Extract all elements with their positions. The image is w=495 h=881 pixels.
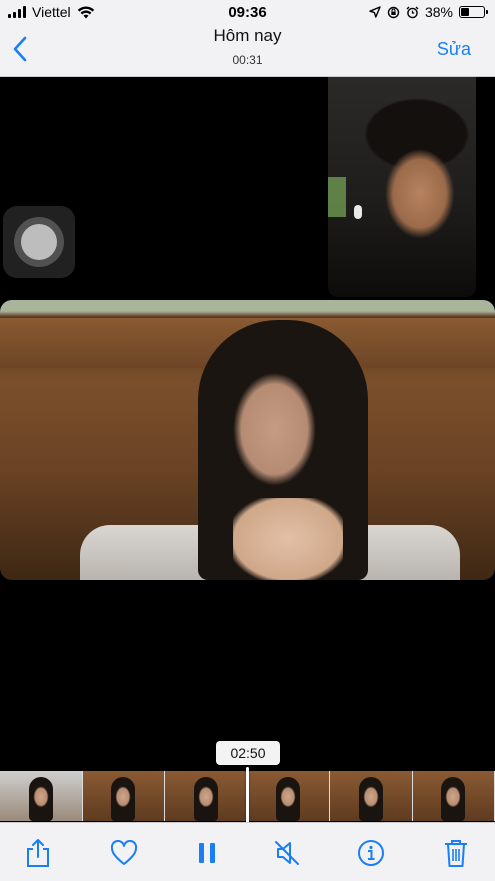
info-icon bbox=[357, 839, 385, 867]
favorite-button[interactable] bbox=[108, 837, 140, 869]
share-button[interactable] bbox=[22, 837, 54, 869]
mute-icon bbox=[273, 839, 301, 867]
filmstrip-frame bbox=[83, 771, 166, 821]
mute-button[interactable] bbox=[271, 837, 303, 869]
battery-percent: 38% bbox=[425, 4, 453, 20]
delete-button[interactable] bbox=[440, 837, 472, 869]
filmstrip-frame bbox=[165, 771, 248, 821]
alarm-icon bbox=[406, 6, 419, 19]
filmstrip-frame bbox=[330, 771, 413, 821]
page-subtitle: 00:31 bbox=[0, 53, 495, 67]
assistive-touch-button[interactable] bbox=[3, 206, 75, 278]
edit-button[interactable]: Sửa bbox=[437, 39, 471, 60]
scrubber-playhead[interactable] bbox=[246, 767, 249, 825]
status-bar: Viettel 09:36 38% bbox=[0, 0, 495, 24]
info-button[interactable] bbox=[355, 837, 387, 869]
filmstrip-frame bbox=[413, 771, 495, 821]
current-time-badge: 02:50 bbox=[216, 741, 280, 765]
video-player[interactable] bbox=[0, 77, 495, 771]
pause-icon bbox=[197, 841, 217, 865]
bottom-toolbar bbox=[0, 822, 495, 881]
filmstrip-frame bbox=[248, 771, 331, 821]
battery-icon bbox=[459, 6, 485, 18]
main-video-frame bbox=[0, 300, 495, 580]
trash-icon bbox=[443, 838, 469, 868]
orientation-lock-icon bbox=[387, 6, 400, 19]
pause-button[interactable] bbox=[191, 837, 223, 869]
location-icon bbox=[369, 6, 381, 18]
share-icon bbox=[25, 838, 51, 868]
top-bar: Viettel 09:36 38% bbox=[0, 0, 495, 77]
filmstrip-frame bbox=[0, 771, 83, 821]
pip-video-thumbnail bbox=[328, 77, 476, 297]
heart-icon bbox=[110, 840, 138, 866]
page-title: Hôm nay bbox=[0, 26, 495, 46]
